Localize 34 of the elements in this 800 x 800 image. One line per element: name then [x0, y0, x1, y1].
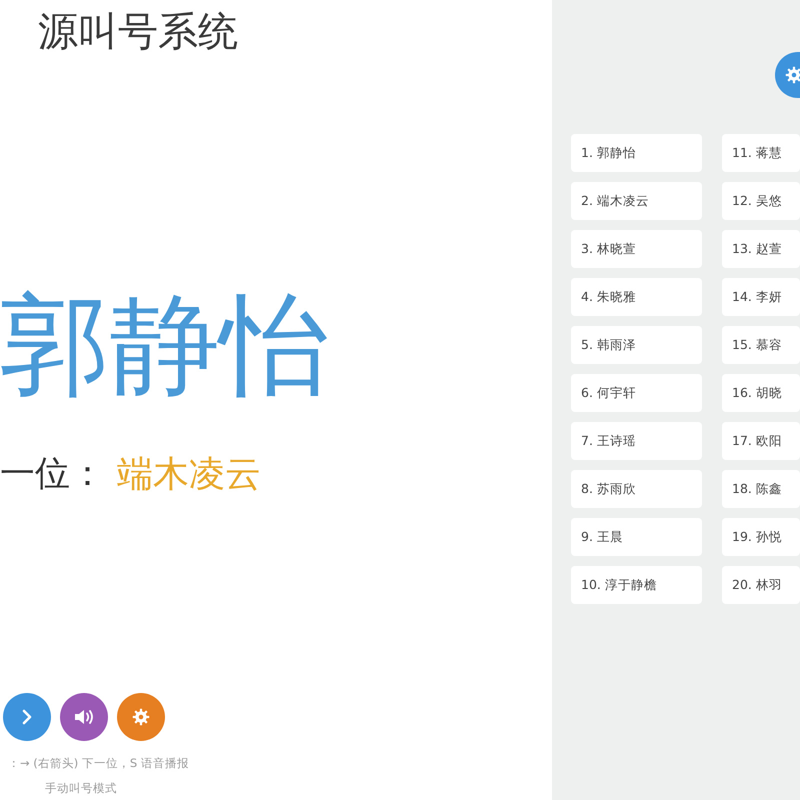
- current-name: 郭静怡: [0, 285, 330, 406]
- queue-item[interactable]: 13. 赵萱: [722, 230, 800, 268]
- speaker-icon: [74, 709, 94, 725]
- next-button[interactable]: [3, 693, 51, 741]
- next-label: 一位：: [0, 452, 105, 496]
- queue-item[interactable]: 8. 苏雨欣: [571, 470, 702, 508]
- next-name: 端木凌云: [117, 453, 261, 497]
- queue-item[interactable]: 6. 何宇轩: [571, 374, 702, 412]
- queue-item[interactable]: 10. 淳于静檐: [571, 566, 702, 604]
- queue-item[interactable]: 11. 蒋慧: [722, 134, 800, 172]
- settings-icon: [132, 708, 150, 726]
- shortcut-hint: ：→ (右箭头) 下一位，S 语音播报: [8, 756, 189, 771]
- queue-item[interactable]: 4. 朱晓雅: [571, 278, 702, 316]
- queue-item[interactable]: 15. 慕容: [722, 326, 800, 364]
- settings-button[interactable]: [117, 693, 165, 741]
- chevron-right-icon: [21, 709, 33, 725]
- queue-item[interactable]: 1. 郭静怡: [571, 134, 702, 172]
- queue-item[interactable]: 20. 林羽: [722, 566, 800, 604]
- queue-item[interactable]: 7. 王诗瑶: [571, 422, 702, 460]
- mode-label: 手动叫号模式: [45, 780, 117, 796]
- queue-item[interactable]: 16. 胡晓: [722, 374, 800, 412]
- queue-item[interactable]: 9. 王晨: [571, 518, 702, 556]
- queue-item[interactable]: 17. 欧阳: [722, 422, 800, 460]
- queue-item[interactable]: 18. 陈鑫: [722, 470, 800, 508]
- queue-item[interactable]: 14. 李妍: [722, 278, 800, 316]
- queue-item[interactable]: 3. 林晓萱: [571, 230, 702, 268]
- queue-item[interactable]: 2. 端木凌云: [571, 182, 702, 220]
- queue-item[interactable]: 5. 韩雨泽: [571, 326, 702, 364]
- speak-button[interactable]: [60, 693, 108, 741]
- gear-icon: [785, 66, 800, 84]
- corner-button[interactable]: [775, 52, 800, 98]
- queue-item[interactable]: 19. 孙悦: [722, 518, 800, 556]
- queue-item[interactable]: 12. 吴悠: [722, 182, 800, 220]
- app-title: 源叫号系统: [38, 8, 238, 56]
